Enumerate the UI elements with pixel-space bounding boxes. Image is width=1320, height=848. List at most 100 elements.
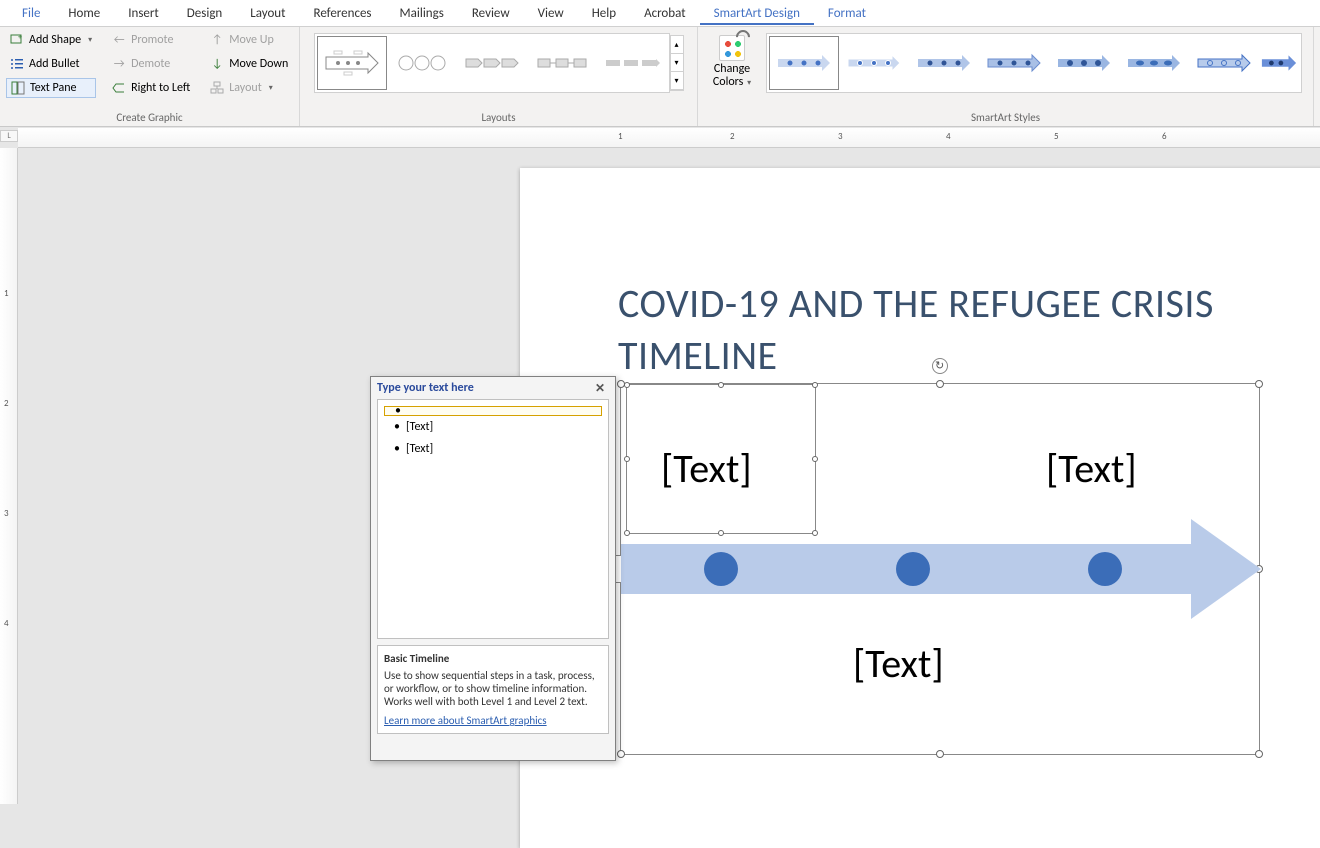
group-smartart-styles: Change Colors ▾ SmartArt Styles [698,27,1314,126]
demote-button[interactable]: → Demote [108,54,194,74]
expand-icon[interactable]: ▾ [671,72,683,90]
ruler-tick: 6 [1162,131,1167,142]
tab-design[interactable]: Design [173,2,236,25]
style-thumb-4[interactable] [979,36,1049,90]
style-thumb-5[interactable] [1049,36,1119,90]
add-bullet-label: Add Bullet [29,57,80,71]
resize-handle[interactable] [1255,750,1263,758]
tab-smartart-design[interactable]: SmartArt Design [700,2,814,25]
ruler-tick: 3 [838,131,843,142]
document-title[interactable]: COVID-19 AND THE REFUGEE CRISIS TIMELINE [618,278,1300,382]
text-pane-item[interactable]: [Text] [384,438,602,460]
ruler-tick: 3 [4,508,9,519]
horizontal-ruler[interactable]: 1 2 3 4 5 6 [18,128,1320,148]
document-page[interactable]: COVID-19 AND THE REFUGEE CRISIS TIMELINE… [520,168,1320,848]
tab-layout[interactable]: Layout [236,2,299,25]
ruler-tick: 1 [4,288,9,299]
style-thumb-7[interactable] [1189,36,1259,90]
scroll-down-icon[interactable]: ▾ [671,54,683,72]
group-label: Create Graphic [0,111,299,124]
palette-icon [719,35,745,61]
tab-file[interactable]: File [8,2,54,25]
bullet-list-icon [10,57,24,71]
tab-review[interactable]: Review [458,2,524,25]
demote-label: Demote [131,57,170,71]
tab-help[interactable]: Help [578,2,630,25]
rtl-icon [112,81,126,95]
style-thumb-8[interactable] [1259,36,1299,90]
resize-handle[interactable] [812,456,818,462]
move-down-button[interactable]: ↓ Move Down [206,54,292,74]
learn-more-link[interactable]: Learn more about SmartArt graphics [384,714,547,727]
ruler-tick: 4 [946,131,951,142]
ruler-tick: 5 [1054,131,1059,142]
layouts-spinner[interactable]: ▴ ▾ ▾ [670,35,684,91]
promote-button[interactable]: ← Promote [108,30,194,50]
tab-references[interactable]: References [300,2,386,25]
group-label: SmartArt Styles [698,111,1313,124]
smartart-text-1[interactable]: [Text] [661,444,752,493]
vertical-ruler[interactable]: 1 2 3 4 [0,148,18,804]
add-shape-label: Add Shape [29,33,81,47]
rotate-handle[interactable] [932,358,948,374]
move-up-button[interactable]: ↑ Move Up [206,30,292,50]
group-label: Layouts [300,111,697,124]
layout-thumb-3[interactable] [457,36,527,90]
resize-handle[interactable] [617,750,625,758]
text-pane-item-text[interactable]: [Text] [406,420,433,434]
change-colors-button[interactable]: Change Colors ▾ [704,33,760,89]
tab-insert[interactable]: Insert [114,2,173,25]
layout-thumb-5[interactable] [597,36,667,90]
style-thumb-6[interactable] [1119,36,1189,90]
resize-handle[interactable] [624,456,630,462]
text-pane-icon [11,81,25,95]
text-pane-item[interactable]: [Text] [384,416,602,438]
layout-thumb-2[interactable] [387,36,457,90]
group-layouts: ▴ ▾ ▾ Layouts [300,27,698,126]
style-thumb-2[interactable] [839,36,909,90]
tab-format[interactable]: Format [814,2,880,25]
add-shape-button[interactable]: + Add Shape ▾ [6,30,96,50]
chevron-down-icon: ▾ [88,35,92,45]
styles-gallery [766,33,1302,93]
resize-handle[interactable] [812,382,818,388]
resize-handle[interactable] [936,750,944,758]
scroll-up-icon[interactable]: ▴ [671,36,683,54]
add-bullet-button[interactable]: Add Bullet [6,54,96,74]
ruler-tick: 2 [730,131,735,142]
chevron-down-icon: ▾ [745,78,751,88]
right-to-left-button[interactable]: Right to Left [108,78,194,98]
tab-mailings[interactable]: Mailings [386,2,458,25]
add-shape-icon: + [10,33,24,47]
arrow-right-icon: → [112,57,126,71]
close-icon[interactable]: ✕ [591,381,609,396]
tab-view[interactable]: View [524,2,578,25]
ruler-corner[interactable]: L [0,130,18,142]
smartart-timeline-arrow[interactable] [621,519,1261,619]
layout-thumb-4[interactable] [527,36,597,90]
text-pane-item-text[interactable]: [Text] [406,442,433,456]
text-pane-footer-desc: Use to show sequential steps in a task, … [384,669,595,708]
text-pane-footer: Basic Timeline Use to show sequential st… [377,645,609,734]
text-pane-button[interactable]: Text Pane [6,78,96,98]
smartart-frame[interactable]: ‹ [Text] [Text] [Text] [620,383,1260,755]
text-pane-dialog[interactable]: Type your text here ✕ [Text] [Text] Basi… [370,376,616,761]
tab-acrobat[interactable]: Acrobat [630,2,700,25]
layout-thumb-1[interactable] [317,36,387,90]
promote-label: Promote [131,33,173,47]
smartart-text-2[interactable]: [Text] [1046,444,1137,493]
smartart-text-3[interactable]: [Text] [853,639,944,688]
text-pane-footer-title: Basic Timeline [384,652,602,665]
style-thumb-3[interactable] [909,36,979,90]
layout-button[interactable]: Layout ▾ [206,78,292,98]
text-pane-list[interactable]: [Text] [Text] [377,399,609,639]
text-pane-title: Type your text here [377,381,474,395]
resize-handle[interactable] [936,380,944,388]
style-thumb-1[interactable] [769,36,839,90]
ruler-tick: 1 [618,131,623,142]
text-pane-item[interactable] [384,406,602,416]
resize-handle[interactable] [624,382,630,388]
tab-home[interactable]: Home [54,2,114,25]
resize-handle[interactable] [718,382,724,388]
resize-handle[interactable] [1255,380,1263,388]
